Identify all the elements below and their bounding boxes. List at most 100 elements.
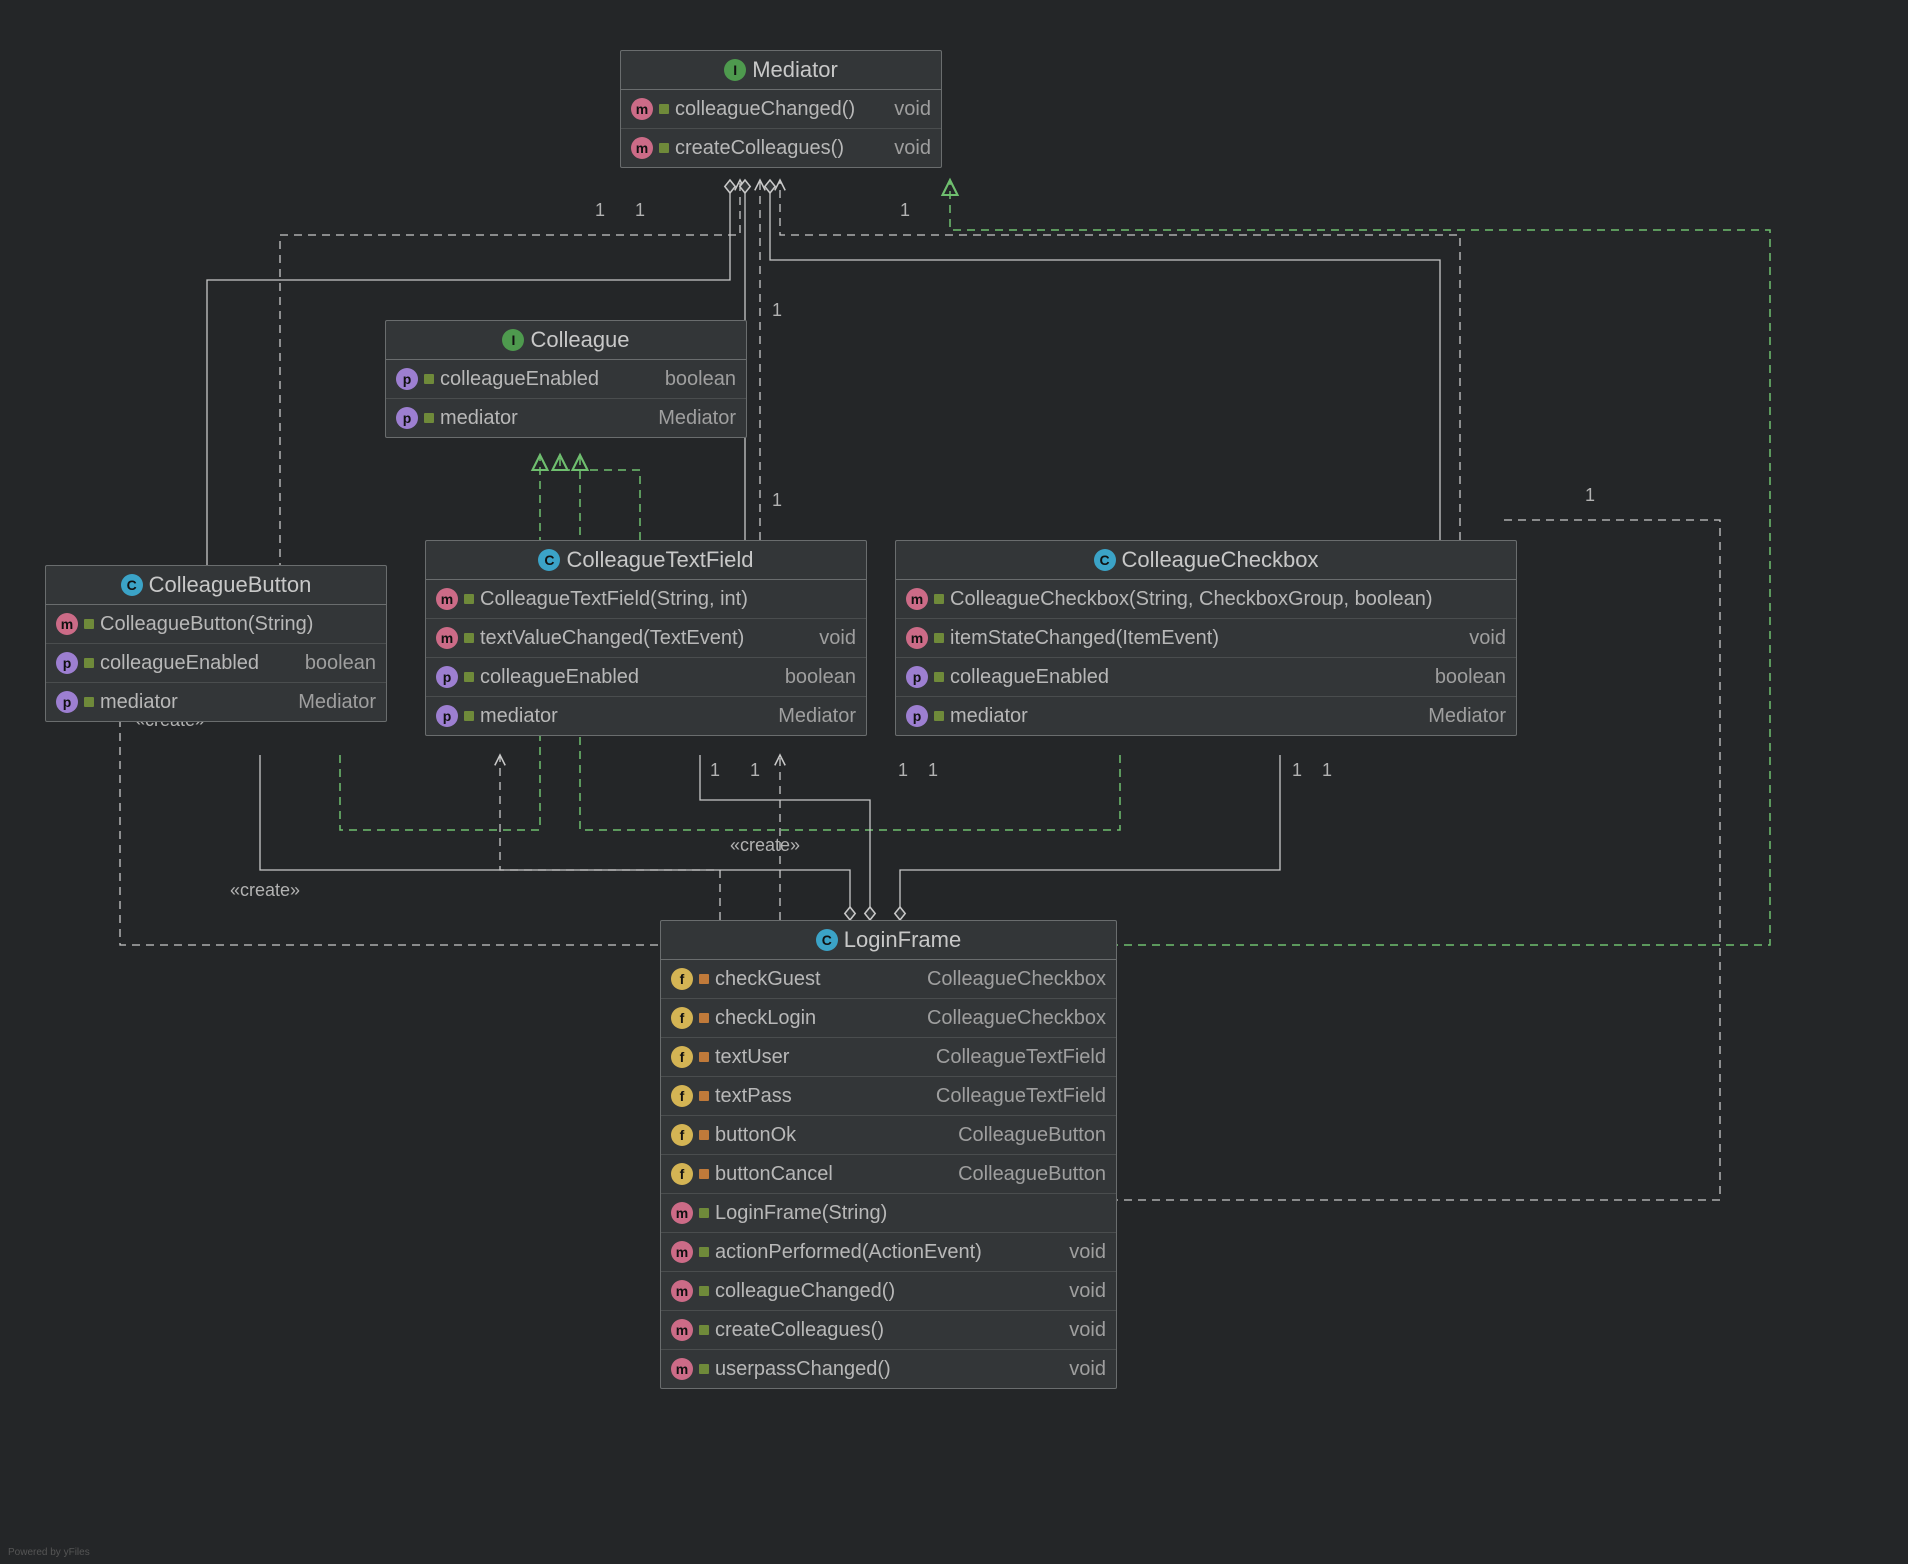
member-signature: ColleagueButton(String) xyxy=(100,613,313,636)
member-list: pcolleagueEnabledbooleanpmediatorMediato… xyxy=(386,360,746,437)
method-icon: m xyxy=(671,1358,693,1380)
member-row: pmediatorMediator xyxy=(426,697,866,735)
visibility-icon xyxy=(699,1208,709,1218)
member-signature: buttonCancel xyxy=(715,1163,833,1186)
member-signature: mediator xyxy=(100,691,178,714)
property-icon: p xyxy=(56,652,78,674)
class-login-frame[interactable]: C LoginFrame f checkGuest ColleagueCheckbo… xyxy=(660,920,1117,1389)
member-type: Mediator xyxy=(642,407,736,430)
member-type: void xyxy=(1053,1280,1106,1303)
member-signature: checkGuest xyxy=(715,968,821,991)
mult-label: 1 xyxy=(772,490,782,511)
class-title: C ColleagueButton xyxy=(46,566,386,605)
property-icon: p xyxy=(396,407,418,429)
mult-label: 1 xyxy=(1322,760,1332,781)
member-signature: actionPerformed(ActionEvent) xyxy=(715,1241,982,1264)
member-signature: ColleagueCheckbox(String, CheckboxGroup,… xyxy=(950,588,1433,611)
class-title: C ColleagueTextField xyxy=(426,541,866,580)
member-signature: colleagueEnabled xyxy=(480,666,639,689)
member-row: m colleagueChanged() void xyxy=(621,90,941,129)
class-title: I Mediator xyxy=(621,51,941,90)
member-type: ColleagueCheckbox xyxy=(911,1007,1106,1030)
member-row: mColleagueButton(String) xyxy=(46,605,386,644)
member-row: mcreateColleagues()void xyxy=(661,1311,1116,1350)
class-icon: C xyxy=(816,929,838,951)
method-icon: m xyxy=(671,1319,693,1341)
method-icon: m xyxy=(906,627,928,649)
member-signature: createColleagues() xyxy=(675,137,844,160)
visibility-icon xyxy=(84,658,94,668)
method-icon: m xyxy=(906,588,928,610)
visibility-icon xyxy=(84,619,94,629)
visibility-icon xyxy=(934,672,944,682)
member-row: m ColleagueCheckbox(String, CheckboxGroup… xyxy=(896,580,1516,619)
member-type: ColleagueTextField xyxy=(920,1046,1106,1069)
class-colleague-button[interactable]: C ColleagueButton mColleagueButton(Strin… xyxy=(45,565,387,722)
member-list: mColleagueTextField(String, int)mtextVal… xyxy=(426,580,866,735)
visibility-icon xyxy=(934,594,944,604)
visibility-icon xyxy=(464,711,474,721)
member-row: fcheckLoginColleagueCheckbox xyxy=(661,999,1116,1038)
member-type: void xyxy=(878,98,931,121)
member-signature: textUser xyxy=(715,1046,789,1069)
visibility-icon xyxy=(464,672,474,682)
member-row: mactionPerformed(ActionEvent)void xyxy=(661,1233,1116,1272)
member-type: boolean xyxy=(649,368,736,391)
member-row: f textUser ColleagueTextField xyxy=(661,1038,1116,1077)
visibility-icon xyxy=(424,374,434,384)
mult-label: 1 xyxy=(1292,760,1302,781)
method-icon: m xyxy=(671,1241,693,1263)
field-icon: f xyxy=(671,1163,693,1185)
member-signature: buttonOk xyxy=(715,1124,796,1147)
member-row: mLoginFrame(String) xyxy=(661,1194,1116,1233)
member-type: ColleagueCheckbox xyxy=(911,968,1106,991)
class-colleague-checkbox[interactable]: C ColleagueCheckbox m ColleagueCheckbox(S… xyxy=(895,540,1517,736)
field-icon: f xyxy=(671,1046,693,1068)
member-signature: ColleagueTextField(String, int) xyxy=(480,588,748,611)
member-signature: colleagueEnabled xyxy=(950,666,1109,689)
visibility-icon xyxy=(699,1364,709,1374)
class-title: C ColleagueCheckbox xyxy=(896,541,1516,580)
class-icon: C xyxy=(538,549,560,571)
uml-canvas: 1 1 1 1 1 1 1 1 1 1 1 1 «create» «create… xyxy=(0,0,1908,1564)
class-name: ColleagueTextField xyxy=(566,547,753,573)
member-signature: textPass xyxy=(715,1085,792,1108)
property-icon: p xyxy=(436,666,458,688)
visibility-icon xyxy=(699,1325,709,1335)
member-row: mcolleagueChanged()void xyxy=(661,1272,1116,1311)
visibility-icon xyxy=(699,1247,709,1257)
visibility-icon xyxy=(659,104,669,114)
visibility-icon xyxy=(699,974,709,984)
member-type: Mediator xyxy=(282,691,376,714)
method-icon: m xyxy=(631,98,653,120)
member-signature: LoginFrame(String) xyxy=(715,1202,887,1225)
member-signature: mediator xyxy=(950,705,1028,728)
member-type: Mediator xyxy=(762,705,856,728)
member-list: m colleagueChanged() void m createColleagues… xyxy=(621,90,941,167)
member-signature: colleagueChanged() xyxy=(675,98,855,121)
method-icon: m xyxy=(436,627,458,649)
member-row: p colleagueEnabled boolean xyxy=(426,658,866,697)
member-row: fcheckGuestColleagueCheckbox xyxy=(661,960,1116,999)
mult-label: 1 xyxy=(900,200,910,221)
visibility-icon xyxy=(699,1052,709,1062)
member-type: boolean xyxy=(769,666,856,689)
member-signature: colleagueEnabled xyxy=(100,652,259,675)
member-row: mcreateColleagues()void xyxy=(621,129,941,167)
class-title: C LoginFrame xyxy=(661,921,1116,960)
member-row: muserpassChanged()void xyxy=(661,1350,1116,1388)
member-row: pmediatorMediator xyxy=(896,697,1516,735)
member-row: ftextPassColleagueTextField xyxy=(661,1077,1116,1116)
member-type: void xyxy=(803,627,856,650)
class-colleague-textfield[interactable]: C ColleagueTextField m ColleagueTextField… xyxy=(425,540,867,736)
mult-label: 1 xyxy=(772,300,782,321)
member-row: pcolleagueEnabledboolean xyxy=(386,360,746,399)
class-colleague[interactable]: I Colleague pcolleagueEnabledbooleanpmed… xyxy=(385,320,747,438)
member-type: boolean xyxy=(1419,666,1506,689)
member-row: pmediatorMediator xyxy=(46,683,386,721)
member-row: pmediatorMediator xyxy=(386,399,746,437)
class-mediator[interactable]: I Mediator m colleagueChanged() void mcreat… xyxy=(620,50,942,168)
field-icon: f xyxy=(671,1124,693,1146)
member-row: pcolleagueEnabledboolean xyxy=(46,644,386,683)
method-icon: m xyxy=(631,137,653,159)
